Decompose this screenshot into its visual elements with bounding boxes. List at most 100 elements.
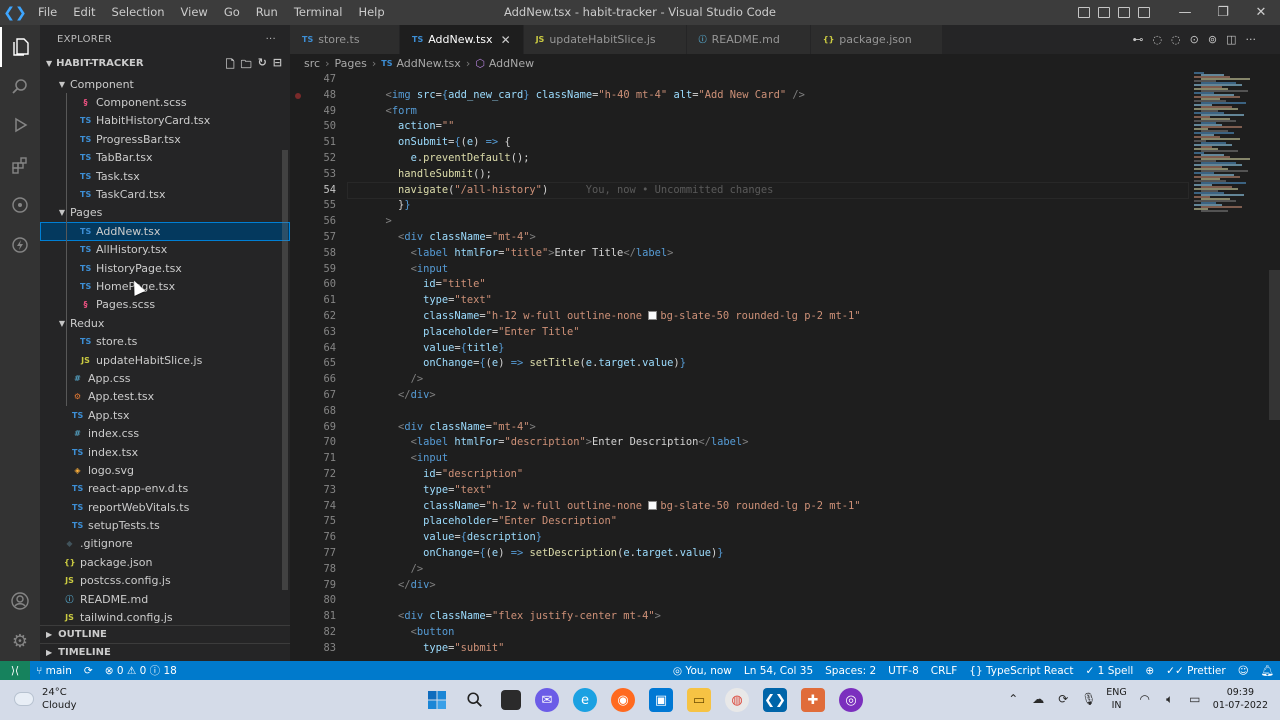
file-item[interactable]: TS TaskCard.tsx: [40, 185, 290, 203]
edge-icon[interactable]: e: [573, 688, 597, 712]
chat-icon[interactable]: ✉: [535, 688, 559, 712]
menu-view[interactable]: View: [173, 0, 216, 25]
code-line[interactable]: </div>: [348, 578, 1188, 594]
sync-tray-icon[interactable]: ⟳: [1056, 692, 1070, 706]
menu-go[interactable]: Go: [216, 0, 248, 25]
new-folder-icon[interactable]: 🗀: [241, 56, 252, 75]
timeline-section[interactable]: ▶ TIMELINE: [40, 643, 290, 661]
outline-section[interactable]: ▶ OUTLINE: [40, 625, 290, 643]
file-item[interactable]: TS setupTests.ts: [40, 516, 290, 534]
explorer-icon[interactable]: [0, 27, 40, 67]
file-item[interactable]: JS updateHabitSlice.js: [40, 351, 290, 369]
chevron-up-icon[interactable]: ⌃: [1006, 692, 1020, 706]
code-line[interactable]: [348, 72, 1188, 88]
task-view-icon[interactable]: [501, 690, 521, 710]
code-line[interactable]: [348, 593, 1188, 609]
prettier-status[interactable]: ✓✓ Prettier: [1160, 665, 1232, 677]
thunder-client-icon[interactable]: [0, 225, 40, 265]
menu-help[interactable]: Help: [350, 0, 392, 25]
file-item[interactable]: TS HabitHistoryCard.tsx: [40, 112, 290, 130]
file-item[interactable]: TS react-app-env.d.ts: [40, 480, 290, 498]
code-line[interactable]: placeholder="Enter Title": [348, 325, 1188, 341]
next-change-icon[interactable]: ◌: [1171, 33, 1181, 46]
close-window-icon[interactable]: ✕: [1242, 0, 1280, 25]
code-line[interactable]: <button: [348, 625, 1188, 641]
menu-edit[interactable]: Edit: [65, 0, 103, 25]
code-line[interactable]: />: [348, 372, 1188, 388]
code-line[interactable]: onChange={(e) => setDescription(e.target…: [348, 546, 1188, 562]
chrome-icon[interactable]: ◍: [725, 688, 749, 712]
wifi-icon[interactable]: ◠: [1138, 692, 1152, 706]
file-item[interactable]: JS tailwind.config.js: [40, 608, 290, 626]
obs-icon[interactable]: ◎: [839, 688, 863, 712]
more-actions-icon[interactable]: ···: [1246, 33, 1257, 46]
file-item[interactable]: TS Task.tsx: [40, 167, 290, 185]
remote-icon[interactable]: ⟩⟨: [0, 661, 30, 680]
file-item[interactable]: # App.css: [40, 369, 290, 387]
feedback-icon[interactable]: ☺: [1232, 665, 1255, 677]
code-line[interactable]: action="": [348, 119, 1188, 135]
weather-widget[interactable]: 24°C Cloudy: [14, 686, 76, 712]
vscode-taskbar-icon[interactable]: ❮❯: [763, 688, 787, 712]
store-icon[interactable]: ▣: [649, 688, 673, 712]
git-blame-indicator[interactable]: ◎ You, now: [667, 665, 738, 677]
file-item[interactable]: TS store.ts: [40, 332, 290, 350]
language-mode[interactable]: {} TypeScript React: [963, 665, 1079, 677]
start-windows-icon[interactable]: [425, 688, 449, 712]
code-line[interactable]: <input: [348, 451, 1188, 467]
toggle-panel-icon[interactable]: [1098, 7, 1110, 18]
file-item[interactable]: ⓘ README.md: [40, 590, 290, 608]
tab-store-ts[interactable]: TS store.ts: [290, 25, 400, 54]
tab-addnew-tsx[interactable]: TS AddNew.tsx ✕: [400, 25, 524, 54]
toggle-blame-icon[interactable]: ⊚: [1208, 33, 1217, 46]
breadcrumb-src[interactable]: src: [304, 57, 320, 70]
code-line[interactable]: value={description}: [348, 530, 1188, 546]
code-line[interactable]: <div className="mt-4">: [348, 230, 1188, 246]
code-line[interactable]: id="description": [348, 467, 1188, 483]
code-line[interactable]: type="text": [348, 483, 1188, 499]
menu-run[interactable]: Run: [248, 0, 286, 25]
app-icon[interactable]: ✚: [801, 688, 825, 712]
encoding[interactable]: UTF-8: [882, 665, 925, 677]
file-item[interactable]: § Pages.scss: [40, 296, 290, 314]
file-item[interactable]: TS App.tsx: [40, 406, 290, 424]
code-line[interactable]: type="submit": [348, 641, 1188, 657]
battery-icon[interactable]: ▭: [1188, 692, 1202, 706]
problems-indicator[interactable]: ⊗ 0 ⚠ 0 ⓘ 18: [99, 663, 183, 678]
split-editor-icon[interactable]: ◫: [1226, 33, 1236, 46]
breadcrumb-symbol[interactable]: AddNew: [489, 57, 534, 70]
minimap[interactable]: [1190, 72, 1266, 212]
code-line[interactable]: >: [348, 214, 1188, 230]
file-item[interactable]: {} package.json: [40, 553, 290, 571]
taskbar-search-icon[interactable]: [463, 688, 487, 712]
code-editor[interactable]: 47 48 49 50 51 52 53 54 55 56 57 58 59 60 61 62 63 64 65 66…: [290, 72, 1280, 661]
cursor-position[interactable]: Ln 54, Col 35: [738, 665, 819, 677]
code-line[interactable]: onSubmit={(e) => {: [348, 135, 1188, 151]
explorer-more-icon[interactable]: ···: [266, 34, 276, 45]
file-item[interactable]: TS HomePage.tsx: [40, 277, 290, 295]
file-item[interactable]: TS AllHistory.tsx: [40, 241, 290, 259]
tab-package-json[interactable]: {} package.json: [810, 25, 943, 54]
spell-check[interactable]: ✓ 1 Spell: [1080, 665, 1140, 677]
file-item[interactable]: TS TabBar.tsx: [40, 149, 290, 167]
extensions-icon[interactable]: [0, 145, 40, 185]
code-line[interactable]: id="title": [348, 277, 1188, 293]
restore-icon[interactable]: ❐: [1204, 0, 1242, 25]
folder-redux[interactable]: ▼ Redux: [40, 314, 290, 332]
search-icon[interactable]: [0, 67, 40, 107]
toggle-sidebar-icon[interactable]: [1078, 7, 1090, 18]
file-item[interactable]: TS index.tsx: [40, 443, 290, 461]
language-indicator[interactable]: ENG IN: [1106, 686, 1126, 712]
menu-selection[interactable]: Selection: [104, 0, 173, 25]
close-tab-icon[interactable]: ✕: [501, 33, 513, 47]
firefox-icon[interactable]: ◉: [611, 688, 635, 712]
breadcrumb-file[interactable]: AddNew.tsx: [396, 57, 460, 70]
file-item[interactable]: TS AddNew.tsx: [40, 222, 290, 241]
microphone-icon[interactable]: 🎙︎: [1081, 692, 1096, 706]
code-line[interactable]: <label htmlFor="description">Enter Descr…: [348, 435, 1188, 451]
sync-icon[interactable]: ⟳: [78, 665, 99, 677]
file-item[interactable]: TS HistoryPage.tsx: [40, 259, 290, 277]
file-item[interactable]: JS postcss.config.js: [40, 572, 290, 590]
file-item[interactable]: ◆ .gitignore: [40, 535, 290, 553]
code-line[interactable]: value={title}: [348, 341, 1188, 357]
